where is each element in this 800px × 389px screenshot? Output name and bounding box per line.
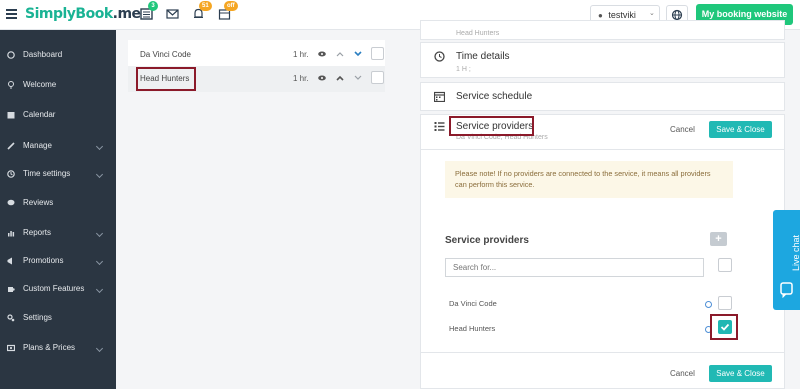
section-time-details[interactable]: Time details 1 H ;: [420, 42, 785, 78]
cancel-button-bottom[interactable]: Cancel: [670, 369, 695, 378]
live-chat-label: Live chat: [791, 234, 800, 272]
service-checkbox[interactable]: [371, 47, 384, 60]
providers-note: Please note! If no providers are connect…: [445, 161, 733, 198]
sidebar-item-manage[interactable]: Manage: [0, 135, 116, 157]
sidebar-item-custom-features[interactable]: Custom Features: [0, 278, 116, 300]
calendar-icon: [434, 91, 445, 102]
section-service-schedule[interactable]: Service schedule: [420, 82, 785, 111]
cancel-button[interactable]: Cancel: [670, 125, 695, 134]
provider-name: Head Hunters: [449, 324, 496, 333]
user-icon: ●: [598, 11, 603, 20]
puzzle-icon: [8, 287, 15, 292]
sidebar-item-reports[interactable]: Reports: [0, 222, 116, 244]
divider: [421, 149, 784, 150]
save-close-button-bottom[interactable]: Save & Close: [709, 365, 772, 382]
section-truncated[interactable]: Head Hunters: [420, 20, 785, 40]
sidebar: Dashboard Welcome Calendar Manage Time s…: [0, 30, 116, 389]
bell-badge: 51: [199, 1, 212, 11]
eye-icon[interactable]: [318, 75, 326, 81]
sidebar-item-settings[interactable]: Settings: [0, 307, 116, 329]
section-title: Service schedule: [456, 91, 533, 102]
move-down-icon[interactable]: [354, 75, 362, 81]
service-checkbox[interactable]: [371, 71, 384, 84]
provider-search-input[interactable]: [445, 258, 704, 277]
add-provider-button[interactable]: +: [710, 232, 727, 246]
save-close-button[interactable]: Save & Close: [709, 121, 772, 138]
bell-icon[interactable]: 51: [192, 1, 212, 20]
sidebar-item-time-settings[interactable]: Time settings: [0, 163, 116, 185]
list-item[interactable]: Da Vinci Code 1 hr.: [128, 42, 385, 68]
sidebar-item-promotions[interactable]: Promotions: [0, 250, 116, 272]
calendar-icon: [7, 112, 15, 119]
list-icon: [434, 122, 445, 131]
user-name: testviki: [608, 10, 636, 20]
chevron-down-icon: [95, 229, 104, 238]
chevron-down-icon: [95, 285, 104, 294]
clock-icon: [7, 170, 15, 178]
service-duration: 1 hr.: [293, 50, 309, 59]
mail-icon[interactable]: [166, 8, 179, 20]
provider-checkbox-da-vinci-code[interactable]: [718, 296, 732, 310]
eye-icon[interactable]: [318, 51, 326, 57]
info-icon[interactable]: [705, 301, 712, 308]
sidebar-item-label: Settings: [23, 313, 52, 322]
sidebar-item-plans-prices[interactable]: Plans & Prices: [0, 337, 116, 359]
sidebar-item-label: Reviews: [23, 198, 54, 207]
section-title: Time details: [456, 51, 510, 62]
sidebar-item-label: Reports: [23, 228, 52, 237]
money-icon: [7, 344, 15, 352]
comments-icon: [7, 199, 15, 206]
sidebar-item-label: Promotions: [23, 256, 64, 265]
megaphone-icon: [7, 257, 12, 265]
service-duration: 1 hr.: [293, 74, 309, 83]
dashboard-icon: [7, 51, 15, 59]
chat-icon: [780, 282, 793, 298]
menu-icon[interactable]: [6, 9, 17, 19]
sidebar-item-label: Welcome: [23, 80, 57, 89]
list-icon[interactable]: 3: [140, 1, 158, 20]
sidebar-item-label: Manage: [23, 141, 52, 150]
service-name: Da Vinci Code: [140, 50, 191, 59]
chevron-down-icon: [95, 257, 104, 266]
list-badge: 3: [148, 1, 158, 11]
section-subtitle: Head Hunters: [456, 30, 500, 37]
chevron-down-icon: [95, 344, 104, 353]
bar-chart-icon: [8, 231, 15, 237]
chevron-down-icon: [95, 142, 104, 151]
pencil-icon: [7, 142, 15, 150]
move-down-icon[interactable]: [354, 51, 362, 57]
provider-name: Da Vinci Code: [449, 299, 497, 308]
live-chat-button[interactable]: Live chat: [773, 210, 800, 310]
sidebar-item-label: Time settings: [23, 169, 71, 178]
highlight-frame: [710, 314, 738, 340]
divider: [421, 352, 784, 353]
section-subtitle: 1 H ;: [456, 66, 471, 73]
gears-icon: [7, 314, 15, 322]
section-service-providers: Service providers Da Vinci Code, Head Hu…: [420, 114, 785, 389]
calendar-badge: off: [224, 1, 238, 11]
highlight-frame: [136, 67, 196, 91]
clock-icon: [434, 51, 445, 62]
sidebar-item-label: Plans & Prices: [23, 343, 76, 352]
highlight-frame: [449, 116, 534, 136]
select-all-checkbox[interactable]: [718, 258, 732, 272]
chevron-down-icon: [95, 170, 104, 179]
logo[interactable]: SimplyBook.me: [25, 6, 141, 22]
sidebar-item-calendar[interactable]: Calendar: [0, 104, 116, 126]
lightbulb-icon: [8, 81, 14, 89]
sidebar-item-dashboard[interactable]: Dashboard: [0, 44, 116, 66]
move-up-icon[interactable]: [336, 51, 344, 57]
sidebar-item-label: Dashboard: [23, 50, 63, 59]
sidebar-item-label: Calendar: [23, 110, 56, 119]
providers-heading: Service providers: [445, 235, 529, 246]
move-up-icon[interactable]: [336, 75, 344, 81]
sidebar-item-label: Custom Features: [23, 284, 85, 293]
sidebar-item-welcome[interactable]: Welcome: [0, 74, 116, 96]
sidebar-item-reviews[interactable]: Reviews: [0, 192, 116, 214]
calendar-icon[interactable]: off: [218, 1, 238, 20]
